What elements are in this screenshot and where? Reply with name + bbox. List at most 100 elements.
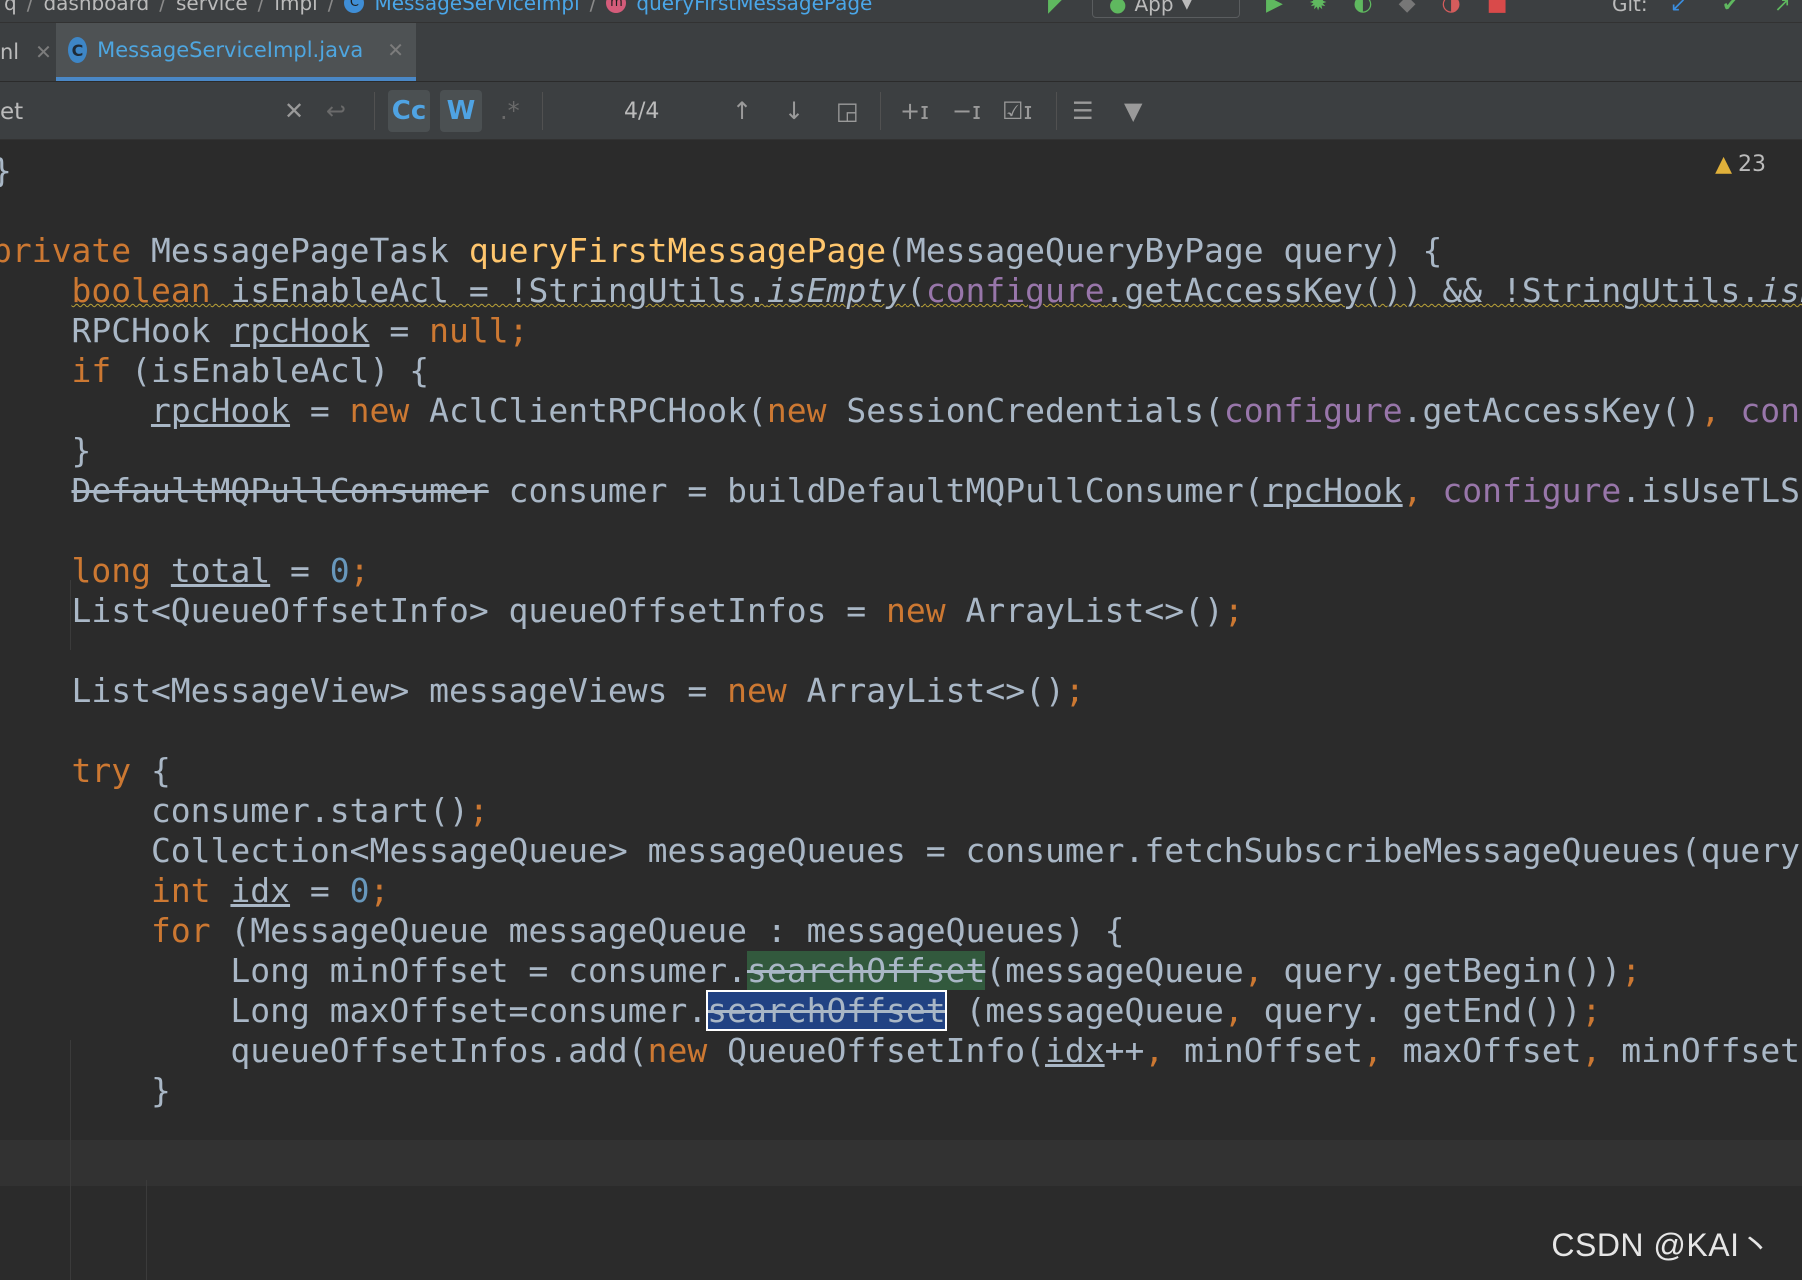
previous-occurrence-icon[interactable]: ↑: [732, 92, 752, 130]
class-icon: C: [68, 37, 88, 63]
code-token: (messageQueue: [945, 991, 1224, 1030]
new-line-icon[interactable]: ↩: [326, 92, 346, 130]
code-line[interactable]: List<MessageView> messageViews = new Arr…: [0, 668, 1085, 714]
code-token: ,: [1700, 391, 1721, 430]
code-token: new: [647, 1031, 708, 1070]
coverage-icon[interactable]: ◐: [1353, 0, 1372, 16]
breadcrumb-item[interactable]: dashboard: [43, 0, 149, 15]
stop-icon[interactable]: ■: [1487, 0, 1508, 16]
code-token: ArrayList<>(): [786, 671, 1065, 710]
code-token: }: [0, 1071, 171, 1110]
code-token: =: [369, 311, 430, 350]
code-line[interactable]: queueOffsetInfos.add(new QueueOffsetInfo…: [0, 1028, 1802, 1074]
close-icon[interactable]: ✕: [35, 40, 52, 64]
tab-previous-file[interactable]: nl ✕: [0, 23, 52, 81]
code-token: try: [71, 751, 132, 790]
filter-lines-icon[interactable]: ☰: [1072, 92, 1094, 130]
code-token: ,: [1362, 1031, 1383, 1070]
run-config-select[interactable]: ● App ▼: [1092, 0, 1240, 18]
code-token: ,: [1581, 1031, 1602, 1070]
git-update-icon[interactable]: ↙: [1670, 0, 1687, 16]
code-token: ;: [468, 791, 489, 830]
code-token: (MessageQueue messageQueue : messageQueu…: [210, 911, 1125, 950]
breadcrumb-item[interactable]: service: [176, 0, 248, 15]
code-token: ;: [349, 551, 370, 590]
code-line[interactable]: List<QueueOffsetInfo> queueOffsetInfos =…: [0, 588, 1243, 634]
code-token: minOffset: [1164, 1031, 1363, 1070]
breadcrumb-method[interactable]: queryFirstMessagePage: [636, 0, 872, 15]
search-input[interactable]: [0, 82, 377, 141]
breadcrumb-separator: /: [159, 0, 167, 15]
filter-icon[interactable]: ▼: [1124, 92, 1142, 130]
code-line[interactable]: }: [0, 1068, 171, 1114]
breadcrumb-class[interactable]: MessageServiceImpl: [374, 0, 579, 15]
breadcrumb-separator: /: [327, 0, 335, 15]
inspection-widget[interactable]: ▲ 23: [1715, 152, 1766, 177]
code-token: idx: [1045, 1031, 1105, 1070]
whole-words-toggle[interactable]: W: [440, 90, 482, 132]
match-case-toggle[interactable]: Cc: [388, 90, 430, 132]
attach-icon[interactable]: ◑: [1441, 0, 1460, 16]
code-token: boolean: [71, 271, 211, 310]
debug-icon[interactable]: ✹: [1309, 0, 1327, 16]
code-token: (: [905, 271, 926, 310]
code-token: List<QueueOffsetInfo> queueOffsetInfos =: [0, 591, 887, 630]
tab-label: nl: [0, 40, 20, 64]
code-token: idx: [230, 871, 291, 910]
code-token: ++: [1104, 1031, 1145, 1070]
code-token: RPCHook: [0, 311, 231, 350]
code-token: MessagePageTask: [131, 231, 469, 270]
indent-guide: [146, 1180, 147, 1280]
code-token: (MessageQueryByPage query) {: [886, 231, 1443, 270]
divider: [542, 92, 543, 130]
breadcrumb-item[interactable]: q: [4, 0, 17, 15]
code-token: ;: [1581, 991, 1602, 1030]
code-line[interactable]: rpcHook = new AclClientRPCHook(new Sessi…: [0, 388, 1802, 434]
code-token: ,: [1144, 1031, 1165, 1070]
code-line[interactable]: DefaultMQPullConsumer consumer = buildDe…: [0, 468, 1802, 514]
code-token: query. getEnd()): [1243, 991, 1582, 1030]
select-all-matches-icon[interactable]: ☑ɪ: [1002, 92, 1032, 130]
git-push-icon[interactable]: ↗: [1774, 0, 1791, 16]
code-token: total: [170, 551, 271, 590]
tab-label: MessageServiceImpl.java: [97, 38, 364, 62]
class-icon: C: [344, 0, 365, 13]
profiler-icon[interactable]: ◆: [1399, 0, 1416, 16]
code-token: int: [150, 871, 211, 910]
tab-message-service-impl[interactable]: C MessageServiceImpl.java ✕: [56, 23, 416, 81]
warning-count: 23: [1738, 152, 1766, 177]
close-icon[interactable]: ✕: [387, 38, 404, 62]
watermark: CSDN @KAI丶: [1551, 1227, 1772, 1263]
code-line[interactable]: }: [0, 148, 12, 194]
code-token: ,: [1243, 951, 1264, 990]
remove-occurrence-icon[interactable]: −ɪ: [952, 92, 981, 130]
run-icon[interactable]: ▶: [1266, 0, 1283, 16]
code-token: queueOffsetInfos.add(: [0, 1031, 648, 1070]
clear-search-icon[interactable]: ✕: [284, 92, 304, 130]
code-token: (isEnableAcl) {: [111, 351, 430, 390]
code-editor[interactable]: ▲ 23 } private MessagePageTask queryFirst…: [0, 140, 1802, 1280]
code-token: }: [0, 431, 92, 470]
hammer-build-icon[interactable]: ◤: [1048, 0, 1065, 17]
code-token: ;: [1064, 671, 1085, 710]
next-occurrence-icon[interactable]: ↓: [784, 92, 804, 130]
code-token: long: [71, 551, 151, 590]
code-token: ArrayList<>(): [945, 591, 1224, 630]
regex-toggle[interactable]: .*: [500, 92, 520, 130]
code-token: rpcHook: [150, 391, 291, 430]
select-all-occurrences-icon[interactable]: ◲: [836, 92, 859, 130]
code-token: configure: [925, 271, 1105, 310]
code-token: rpcHook: [230, 311, 370, 350]
code-token: query.getBegin()): [1263, 951, 1622, 990]
git-commit-icon[interactable]: ✔: [1722, 0, 1739, 16]
breadcrumb-item[interactable]: impl: [274, 0, 317, 15]
method-icon: m: [606, 0, 627, 13]
code-token: QueueOffsetInfo(: [707, 1031, 1046, 1070]
add-occurrence-icon[interactable]: +ɪ: [900, 92, 929, 130]
